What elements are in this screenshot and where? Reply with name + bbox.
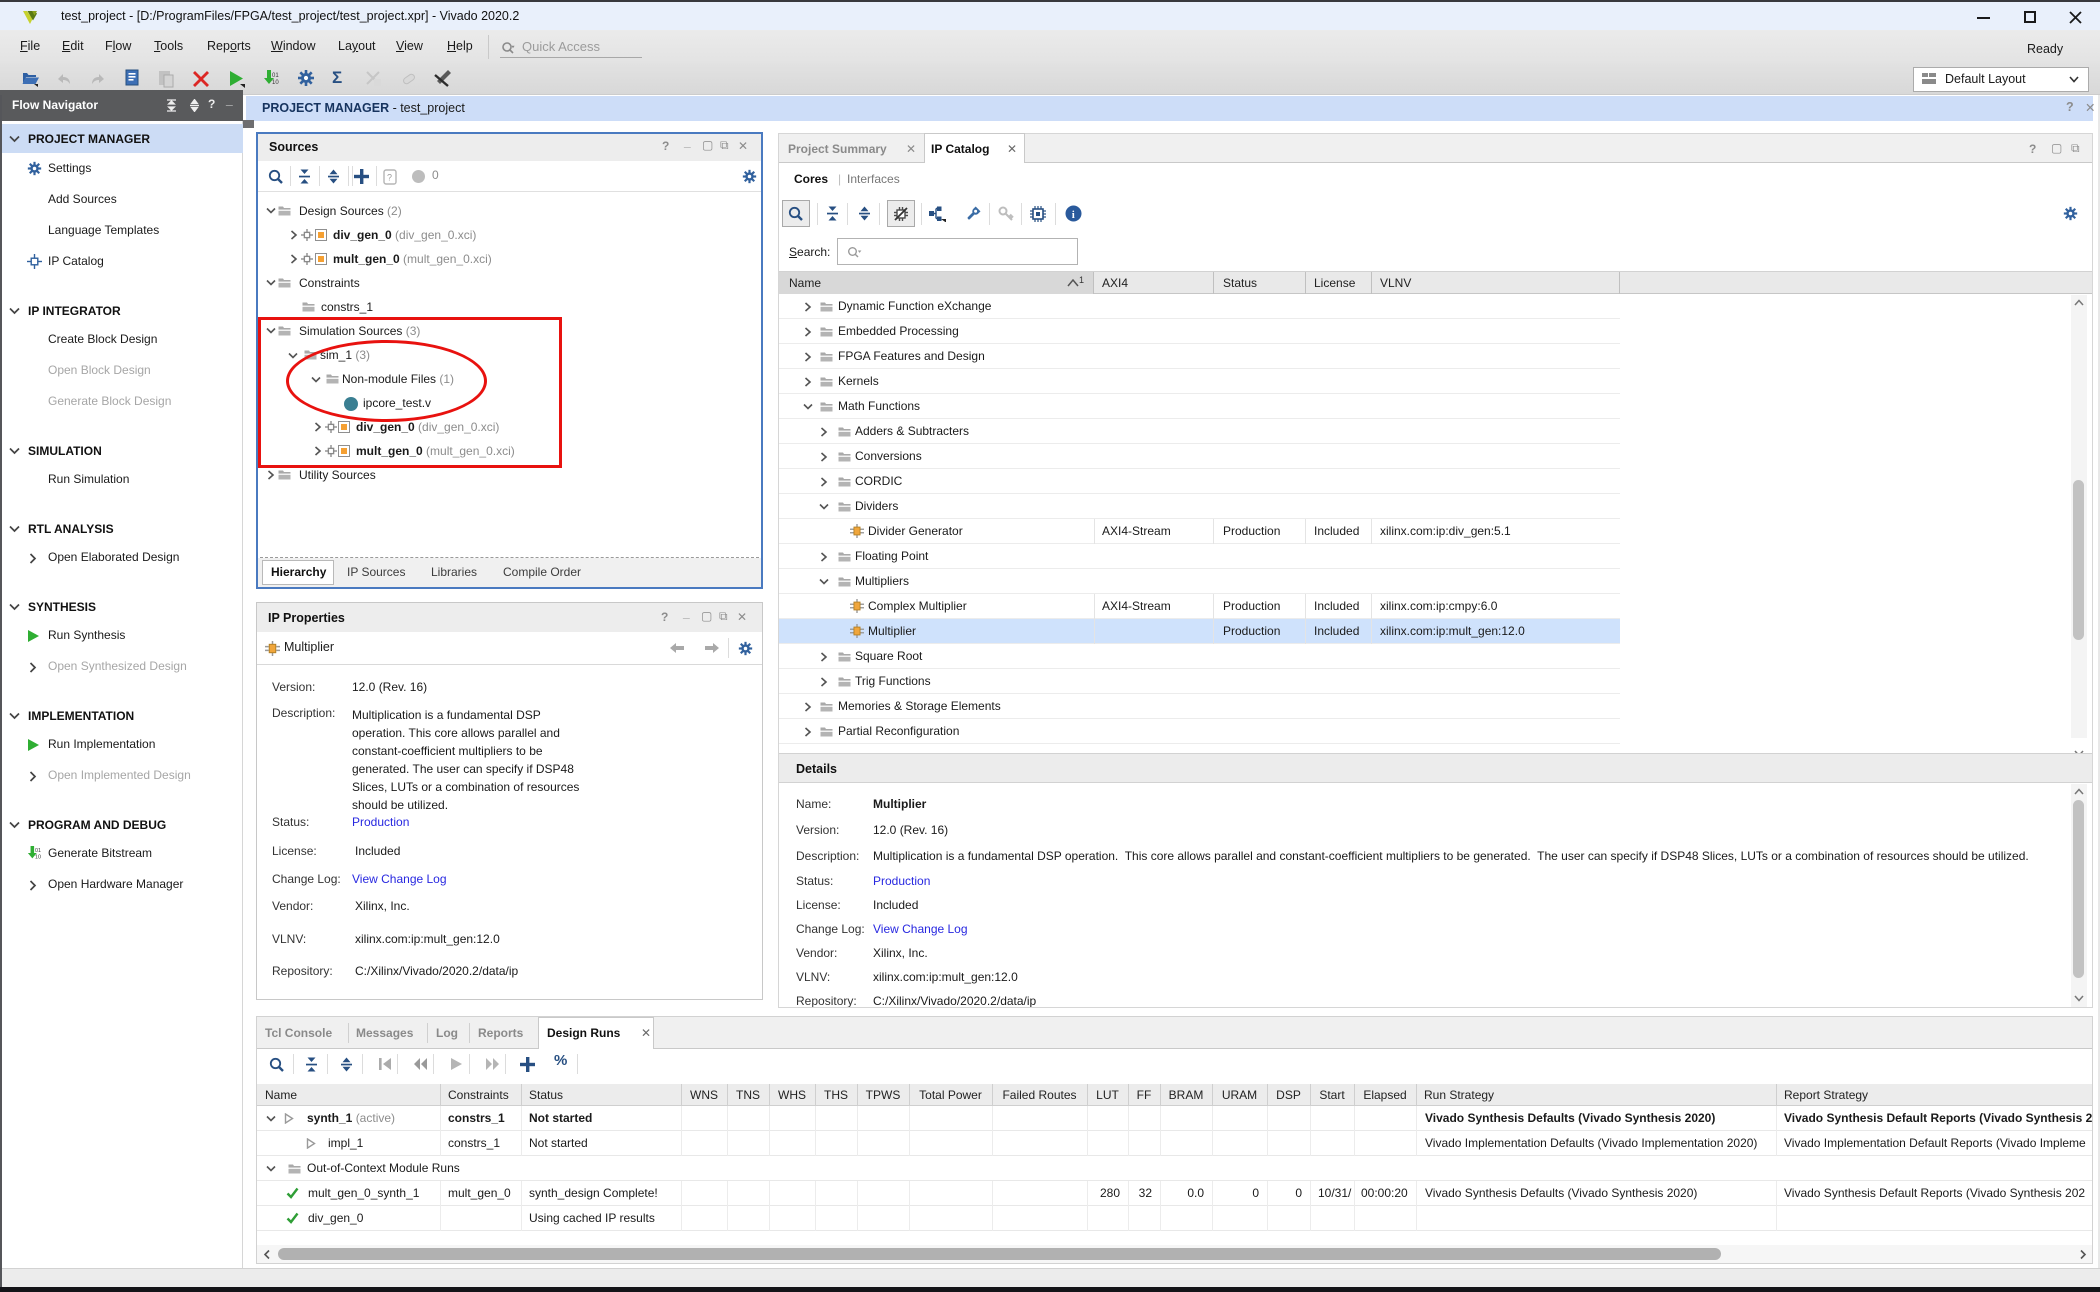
svg-text:10: 10 — [35, 854, 41, 860]
svg-text:01: 01 — [272, 73, 279, 79]
svg-text:?: ? — [387, 173, 392, 183]
svg-text:i: i — [1072, 209, 1075, 221]
svg-text:10: 10 — [272, 80, 279, 86]
svg-text:01: 01 — [35, 848, 41, 854]
